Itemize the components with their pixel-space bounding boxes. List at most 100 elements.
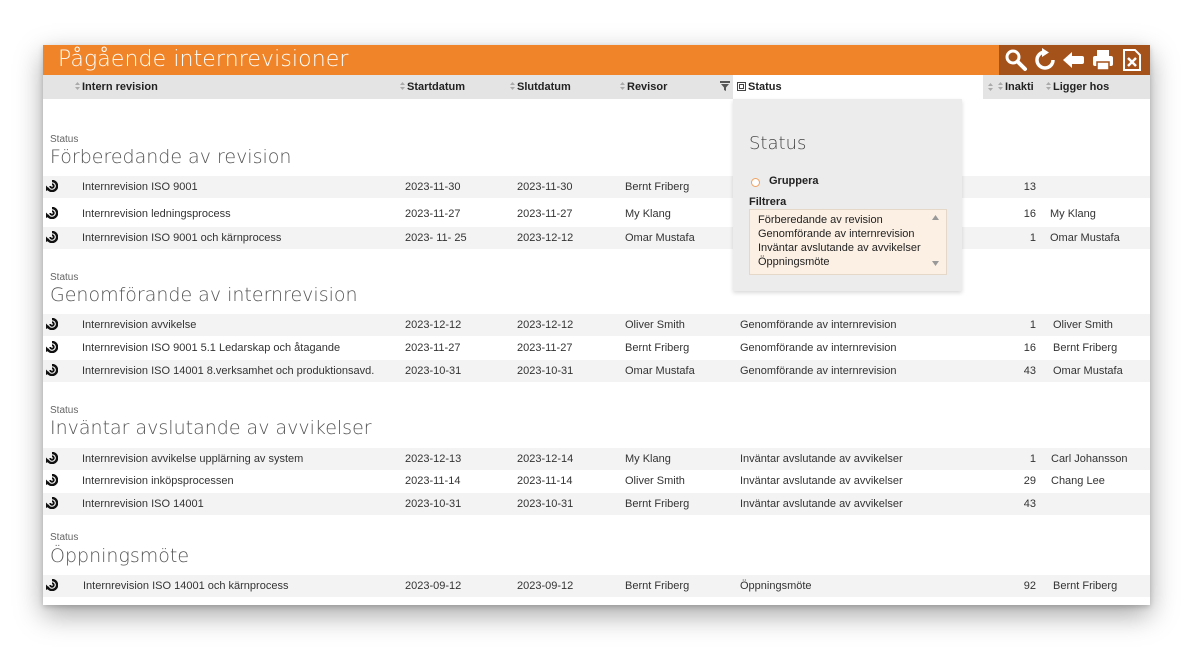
- cell-inakti: 1: [1029, 453, 1036, 465]
- cell-revisor: Oliver Smith: [625, 319, 685, 331]
- title-bar: Pågående internrevisioner: [43, 45, 1150, 75]
- table-row[interactable]: Internrevision inköpsprocessen 2023-11-1…: [43, 470, 1150, 492]
- cell-intern-revision: Internrevision ISO 14001 8.verksamhet oc…: [82, 365, 375, 377]
- table-row[interactable]: Internrevision ISO 9001 och kärnprocess …: [43, 227, 1150, 249]
- column-inakti[interactable]: Inakti: [998, 75, 1034, 99]
- popup-title: Status: [749, 133, 807, 154]
- filter-icon[interactable]: [720, 81, 730, 91]
- open-record-icon[interactable]: [46, 341, 58, 353]
- back-icon[interactable]: [1062, 48, 1086, 72]
- cell-slutdatum: 2023-11-27: [517, 342, 573, 354]
- open-record-icon[interactable]: [46, 497, 58, 509]
- filter-option[interactable]: Öppningsmöte: [758, 255, 830, 269]
- sort-icon: [1046, 82, 1051, 91]
- cell-slutdatum: 2023-12-14: [517, 453, 574, 465]
- column-startdatum[interactable]: Startdatum: [400, 75, 465, 99]
- cell-inakti: 92: [1023, 580, 1036, 592]
- cell-intern-revision: Internrevision ISO 14001 och kärnprocess: [83, 580, 289, 592]
- column-intern-revision[interactable]: Intern revision: [75, 75, 158, 99]
- group-label: Status: [50, 405, 79, 416]
- table-row[interactable]: Internrevision ISO 14001 8.verksamhet oc…: [43, 360, 1150, 382]
- open-record-icon[interactable]: [46, 180, 58, 192]
- cell-intern-revision: Internrevision inköpsprocessen: [82, 475, 234, 487]
- sort-icon: [400, 82, 405, 91]
- gruppera-label[interactable]: Gruppera: [769, 175, 819, 187]
- cell-intern-revision: Internrevision avvikelse upplärning av s…: [82, 453, 304, 465]
- page-title: Pågående internrevisioner: [58, 47, 349, 72]
- column-ligger-hos[interactable]: Ligger hos: [1046, 75, 1109, 99]
- group-label: Status: [50, 272, 79, 283]
- open-record-icon[interactable]: [46, 474, 58, 486]
- status-column-icon: [737, 81, 746, 91]
- cell-intern-revision: Internrevision ISO 14001: [82, 498, 204, 510]
- cell-slutdatum: 2023-10-31: [517, 365, 574, 377]
- cell-slutdatum: 2023-10-31: [517, 498, 574, 510]
- sort-icon: [75, 82, 80, 91]
- cell-startdatum: 2023-11-30: [405, 181, 461, 193]
- filter-option[interactable]: Förberedande av revision: [758, 213, 883, 227]
- cell-inakti: 1: [1029, 319, 1036, 331]
- filter-option[interactable]: Genomförande av internrevision: [758, 227, 915, 241]
- cell-inakti: 16: [1023, 208, 1036, 220]
- open-record-icon[interactable]: [46, 207, 58, 219]
- sort-icon: [998, 82, 1003, 91]
- cell-inakti: 13: [1023, 181, 1036, 193]
- cell-inakti: 43: [1023, 365, 1036, 377]
- toolbar: [999, 45, 1150, 75]
- cell-revisor: Bernt Friberg: [625, 580, 690, 592]
- cell-ligger-hos: Oliver Smith: [1053, 319, 1113, 331]
- table-row[interactable]: Internrevision ISO 9001 5.1 Ledarskap oc…: [43, 337, 1150, 359]
- status-filter-popup: Status Gruppera Filtrera Förberedande av…: [733, 99, 962, 291]
- cell-inakti: 1: [1029, 232, 1036, 244]
- cell-startdatum: 2023-11-27: [405, 342, 461, 354]
- column-revisor[interactable]: Revisor: [620, 75, 667, 99]
- cell-slutdatum: 2023-12-12: [517, 319, 574, 331]
- cell-revisor: Omar Mustafa: [625, 232, 695, 244]
- column-status[interactable]: Status: [737, 75, 782, 99]
- cell-ligger-hos: My Klang: [1050, 208, 1096, 220]
- gruppera-radio[interactable]: [751, 178, 760, 187]
- cell-status: Öppningsmöte: [740, 580, 812, 592]
- sort-icon[interactable]: [988, 83, 993, 91]
- filter-option[interactable]: Inväntar avslutande av avvikelser: [758, 241, 921, 255]
- cell-revisor: Bernt Friberg: [625, 342, 690, 354]
- scroll-up-icon[interactable]: [932, 215, 939, 220]
- group-label: Status: [50, 532, 79, 543]
- search-icon[interactable]: [1004, 48, 1028, 72]
- table-row[interactable]: Internrevision ISO 14001 2023-10-31 2023…: [43, 493, 1150, 515]
- open-record-icon[interactable]: [46, 231, 58, 243]
- group-title: Öppningsmöte: [50, 545, 190, 567]
- cell-startdatum: 2023-12-13: [405, 453, 462, 465]
- open-record-icon[interactable]: [46, 579, 58, 591]
- cell-ligger-hos: Bernt Friberg: [1053, 342, 1118, 354]
- refresh-icon[interactable]: [1033, 48, 1057, 72]
- cell-ligger-hos: Chang Lee: [1051, 475, 1105, 487]
- table-row[interactable]: Internrevision ISO 14001 och kärnprocess…: [43, 575, 1150, 597]
- cell-ligger-hos: Bernt Friberg: [1053, 580, 1118, 592]
- table-row[interactable]: Internrevision ledningsprocess 2023-11-2…: [43, 203, 1150, 225]
- scroll-down-icon[interactable]: [932, 261, 939, 266]
- open-record-icon[interactable]: [46, 318, 58, 330]
- cell-ligger-hos: Carl Johansson: [1051, 453, 1128, 465]
- print-icon[interactable]: [1091, 48, 1115, 72]
- open-record-icon[interactable]: [46, 364, 58, 376]
- cell-slutdatum: 2023-11-14: [517, 475, 573, 487]
- group-label: Status: [50, 134, 79, 145]
- table-row[interactable]: Internrevision avvikelse upplärning av s…: [43, 448, 1150, 470]
- cell-slutdatum: 2023-11-27: [517, 208, 573, 220]
- status-filter-list[interactable]: Förberedande av revision Genomförande av…: [749, 209, 947, 275]
- cell-slutdatum: 2023-09-12: [517, 580, 574, 592]
- open-record-icon[interactable]: [46, 452, 58, 464]
- report-window: Pågående internrevisioner Intern revisio…: [43, 45, 1150, 605]
- sort-icon: [510, 82, 515, 91]
- group-title: Inväntar avslutande av avvikelser: [50, 417, 372, 439]
- cell-revisor: Bernt Friberg: [625, 498, 690, 510]
- cell-ligger-hos: Omar Mustafa: [1053, 365, 1123, 377]
- cell-inakti: 29: [1023, 475, 1036, 487]
- cell-status: Genomförande av internrevision: [740, 342, 897, 354]
- table-row[interactable]: Internrevision avvikelse 2023-12-12 2023…: [43, 314, 1150, 336]
- excel-export-icon[interactable]: [1120, 48, 1144, 72]
- cell-startdatum: 2023-11-27: [405, 208, 461, 220]
- column-slutdatum[interactable]: Slutdatum: [510, 75, 571, 99]
- table-row[interactable]: Internrevision ISO 9001 2023-11-30 2023-…: [43, 176, 1150, 198]
